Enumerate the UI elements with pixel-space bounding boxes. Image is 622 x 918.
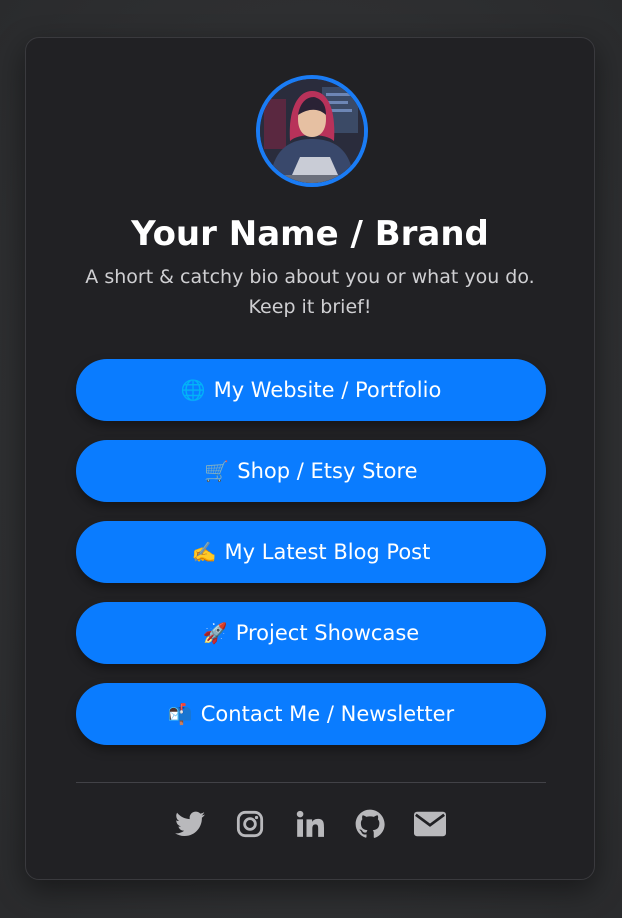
link-label: Project Showcase [235,621,420,645]
link-button-website[interactable]: 🌐 My Website / Portfolio [76,359,546,421]
link-button-blog[interactable]: ✍️ My Latest Blog Post [76,521,546,583]
social-links [26,808,594,840]
globe-icon: 🌐 [180,378,206,402]
link-label: Contact Me / Newsletter [200,702,455,726]
link-list: 🌐 My Website / Portfolio 🛒 Shop / Etsy S… [76,359,546,764]
twitter-icon[interactable] [174,808,206,840]
profile-name: Your Name / Brand [131,214,489,254]
writing-hand-icon: ✍️ [191,540,217,564]
link-label: My Latest Blog Post [224,540,431,564]
email-icon[interactable] [414,808,446,840]
rocket-icon: 🚀 [202,621,228,645]
github-icon[interactable] [354,808,386,840]
link-label: My Website / Portfolio [213,378,442,402]
avatar [256,75,368,187]
link-button-projects[interactable]: 🚀 Project Showcase [76,602,546,664]
link-label: Shop / Etsy Store [237,459,418,483]
shopping-cart-icon: 🛒 [204,459,230,483]
divider [76,782,546,783]
avatar-illustration [260,79,364,183]
profile-card: Your Name / Brand A short & catchy bio a… [25,37,595,880]
link-button-contact[interactable]: 📬 Contact Me / Newsletter [76,683,546,745]
linkedin-icon[interactable] [294,808,326,840]
instagram-icon[interactable] [234,808,266,840]
mailbox-icon: 📬 [167,702,193,726]
link-button-shop[interactable]: 🛒 Shop / Etsy Store [76,440,546,502]
profile-bio: A short & catchy bio about you or what y… [85,266,535,318]
